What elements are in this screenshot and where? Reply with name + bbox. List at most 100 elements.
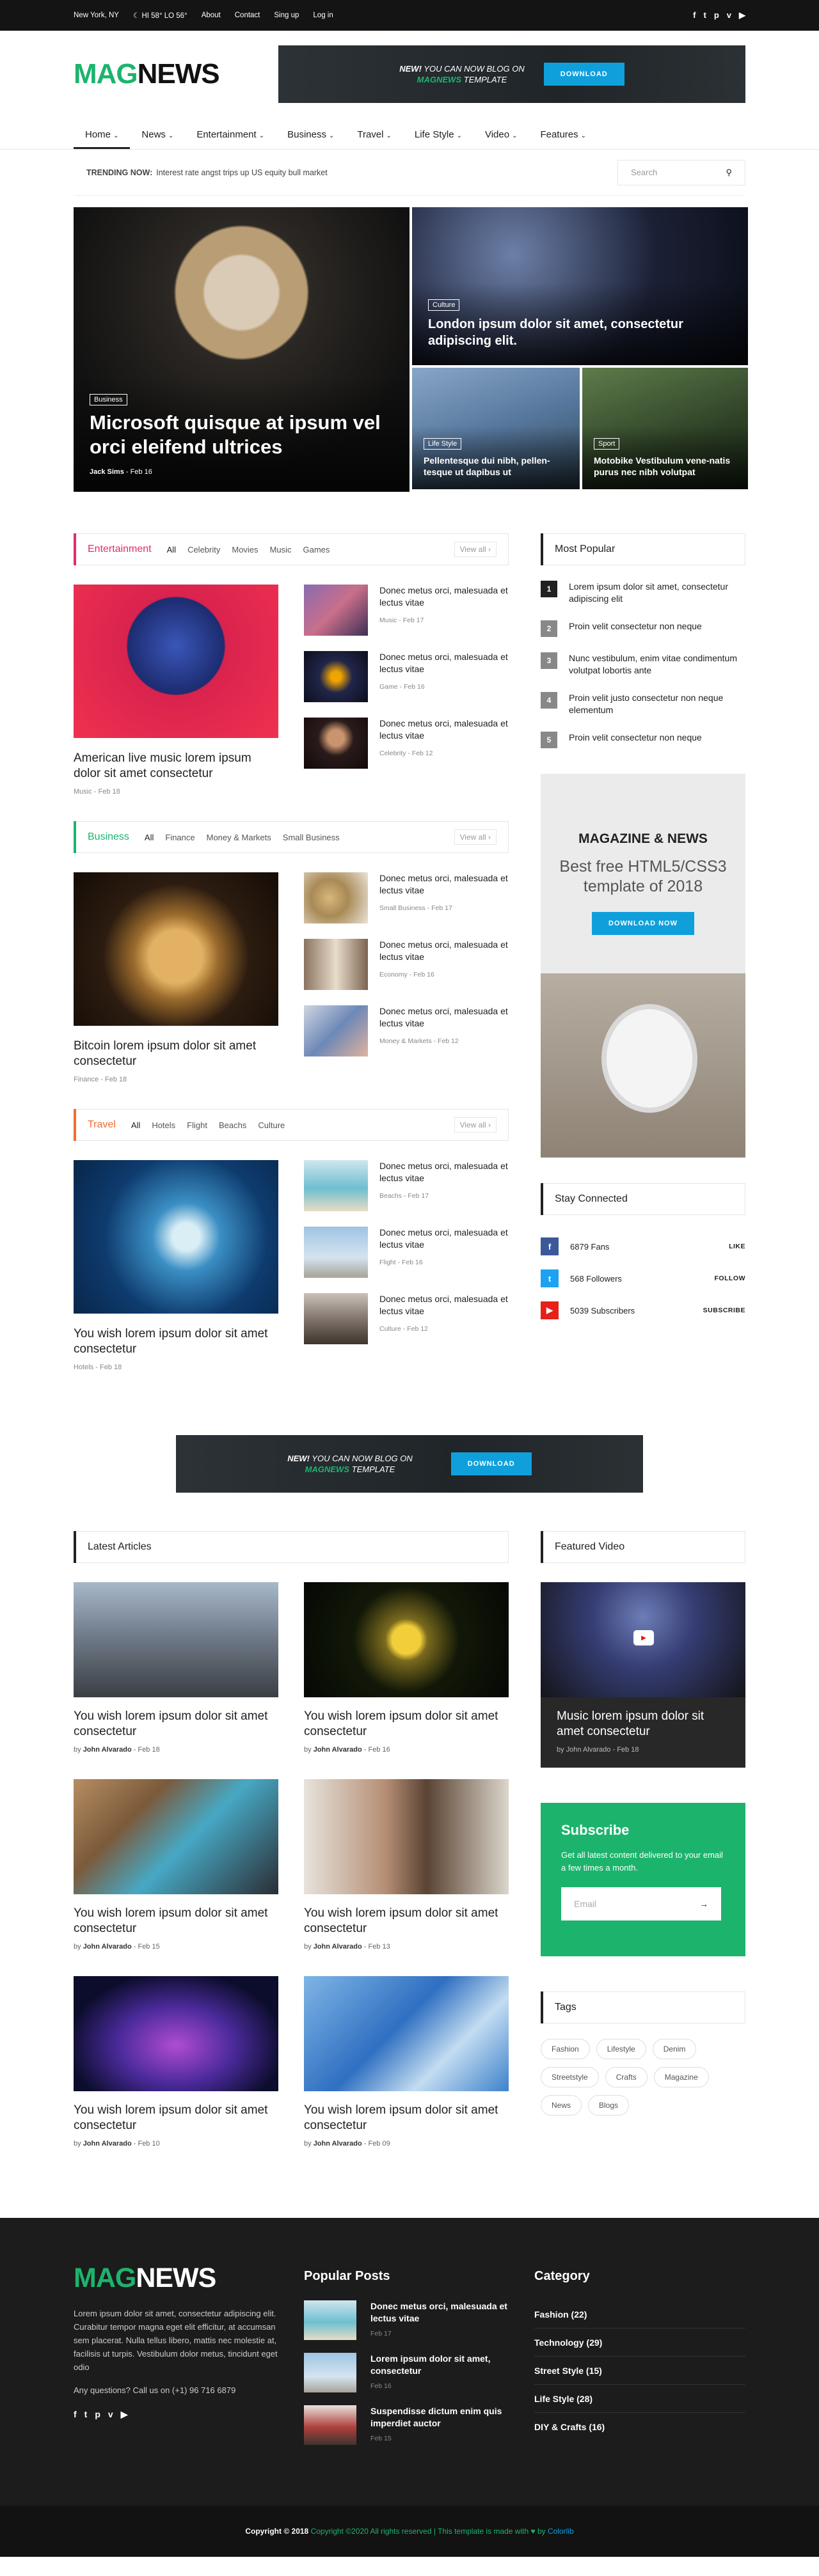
article-author[interactable]: John Alvarado bbox=[83, 1943, 132, 1951]
featured-title[interactable]: American live music lorem ipsum dolor si… bbox=[74, 751, 278, 781]
featured-image[interactable] bbox=[74, 585, 278, 738]
post-category[interactable]: Flight bbox=[379, 1259, 396, 1266]
subscribe-button[interactable]: SUBSCRIBE bbox=[703, 1307, 745, 1314]
list-item-title[interactable]: Donec metus orci, malesuada et lectus vi… bbox=[379, 1160, 509, 1184]
article-image[interactable] bbox=[74, 1779, 278, 1894]
post-category[interactable]: Economy bbox=[379, 971, 408, 978]
article-card[interactable]: You wish lorem ipsum dolor sit amet cons… bbox=[304, 1582, 509, 1754]
footer-post-thumb[interactable] bbox=[304, 2300, 356, 2340]
list-item-title[interactable]: Donec metus orci, malesuada et lectus vi… bbox=[379, 585, 509, 609]
list-item[interactable]: Donec metus orci, malesuada et lectus vi… bbox=[304, 872, 509, 923]
youtube-row[interactable]: ▶ 5039 Subscribers SUBSCRIBE bbox=[541, 1294, 745, 1326]
thumb-image[interactable] bbox=[304, 939, 368, 990]
pinterest-icon[interactable]: p bbox=[95, 2409, 100, 2420]
tab-movies[interactable]: Movies bbox=[232, 545, 258, 554]
category-link[interactable]: Technology (29) bbox=[534, 2329, 745, 2357]
article-title[interactable]: You wish lorem ipsum dolor sit amet cons… bbox=[304, 1709, 509, 1740]
popular-item[interactable]: 5 Proin velit consectetur non neque bbox=[541, 732, 745, 748]
footer-post[interactable]: Donec metus orci, malesuada et lectus vi… bbox=[304, 2300, 534, 2340]
hero-main-title[interactable]: Microsoft quisque at ipsum vel orci elei… bbox=[90, 411, 394, 459]
footer-post[interactable]: Lorem ipsum dolor sit amet, consectetur F… bbox=[304, 2353, 534, 2392]
video-author[interactable]: John Alvarado bbox=[566, 1746, 611, 1754]
featured-video-card[interactable]: ▶ Music lorem ipsum dolor sit amet conse… bbox=[541, 1582, 745, 1768]
article-author[interactable]: John Alvarado bbox=[314, 2140, 362, 2148]
article-image[interactable] bbox=[304, 1582, 509, 1697]
popular-item-title[interactable]: Proin velit justo consectetur non neque … bbox=[569, 692, 745, 716]
footer-post-title[interactable]: Donec metus orci, malesuada et lectus vi… bbox=[370, 2300, 534, 2325]
nav-entertainment[interactable]: Entertainment ⌄ bbox=[185, 129, 276, 149]
thumb-image[interactable] bbox=[304, 872, 368, 923]
tag-streetstyle[interactable]: Streetstyle bbox=[541, 2067, 599, 2087]
search-icon[interactable]: ⚲ bbox=[726, 168, 732, 178]
list-item-title[interactable]: Donec metus orci, malesuada et lectus vi… bbox=[379, 872, 509, 897]
section-title[interactable]: Travel bbox=[74, 1109, 122, 1141]
featured-title[interactable]: Bitcoin lorem ipsum dolor sit amet conse… bbox=[74, 1039, 278, 1069]
list-item-title[interactable]: Donec metus orci, malesuada et lectus vi… bbox=[379, 718, 509, 742]
footer-post-thumb[interactable] bbox=[304, 2405, 356, 2445]
article-author[interactable]: John Alvarado bbox=[83, 2140, 132, 2148]
post-category[interactable]: Culture bbox=[379, 1325, 401, 1333]
logo[interactable]: MAGNEWS bbox=[74, 58, 220, 90]
footer-post-title[interactable]: Lorem ipsum dolor sit amet, consectetur bbox=[370, 2353, 534, 2377]
twitter-icon[interactable]: t bbox=[703, 10, 706, 20]
header-banner-ad[interactable]: NEW! YOU CAN NOW BLOG ON MAGNEWS TEMPLAT… bbox=[278, 45, 745, 103]
tab-hotels[interactable]: Hotels bbox=[152, 1120, 175, 1130]
category-link[interactable]: DIY & Crafts (16) bbox=[534, 2413, 745, 2441]
popular-item[interactable]: 2 Proin velit consectetur non neque bbox=[541, 620, 745, 637]
article-card[interactable]: You wish lorem ipsum dolor sit amet cons… bbox=[304, 1779, 509, 1951]
tag-blogs[interactable]: Blogs bbox=[588, 2095, 630, 2116]
list-item[interactable]: Donec metus orci, malesuada et lectus vi… bbox=[304, 585, 509, 636]
email-field[interactable]: Email → bbox=[561, 1887, 721, 1920]
nav-news[interactable]: News ⌄ bbox=[130, 129, 185, 149]
follow-button[interactable]: FOLLOW bbox=[715, 1275, 746, 1282]
article-card[interactable]: You wish lorem ipsum dolor sit amet cons… bbox=[74, 1976, 278, 2148]
article-image[interactable] bbox=[304, 1779, 509, 1894]
post-category[interactable]: Beachs bbox=[379, 1192, 402, 1200]
trending-headline[interactable]: Interest rate angst trips up US equity b… bbox=[156, 168, 328, 177]
pinterest-icon[interactable]: p bbox=[714, 10, 719, 20]
post-category[interactable]: Finance bbox=[74, 1076, 99, 1083]
section-title[interactable]: Business bbox=[74, 821, 136, 853]
popular-item-title[interactable]: Proin velit consectetur non neque bbox=[569, 620, 702, 637]
popular-item[interactable]: 1 Lorem ipsum dolor sit amet, consectetur… bbox=[541, 581, 745, 605]
thumb-image[interactable] bbox=[304, 1293, 368, 1344]
about-link[interactable]: About bbox=[202, 12, 221, 19]
login-link[interactable]: Log in bbox=[313, 12, 333, 19]
post-category[interactable]: Money & Markets bbox=[379, 1037, 432, 1045]
video-caption[interactable]: Music lorem ipsum dolor sit amet consect… bbox=[557, 1709, 729, 1740]
tag-lifestyle[interactable]: Lifestyle bbox=[596, 2039, 646, 2059]
tab-finance[interactable]: Finance bbox=[165, 833, 195, 842]
banner-download-button[interactable]: DOWNLOAD bbox=[543, 62, 624, 86]
popular-item[interactable]: 3 Nunc vestibulum, enim vitae condimentum… bbox=[541, 652, 745, 677]
list-item-title[interactable]: Donec metus orci, malesuada et lectus vi… bbox=[379, 939, 509, 963]
thumb-image[interactable] bbox=[304, 585, 368, 636]
colorlib-link[interactable]: Colorlib bbox=[548, 2527, 574, 2536]
tag-denim[interactable]: Denim bbox=[652, 2039, 697, 2059]
facebook-row[interactable]: f 6879 Fans LIKE bbox=[541, 1230, 745, 1262]
post-category[interactable]: Celebrity bbox=[379, 750, 406, 757]
popular-item-title[interactable]: Proin velit consectetur non neque bbox=[569, 732, 702, 748]
article-image[interactable] bbox=[74, 1976, 278, 2091]
list-item-title[interactable]: Donec metus orci, malesuada et lectus vi… bbox=[379, 1227, 509, 1251]
footer-post-title[interactable]: Suspendisse dictum enim quis imperdiet a… bbox=[370, 2405, 534, 2430]
post-category[interactable]: Game bbox=[379, 683, 398, 691]
article-title[interactable]: You wish lorem ipsum dolor sit amet cons… bbox=[304, 2103, 509, 2133]
popular-item-title[interactable]: Lorem ipsum dolor sit amet, consectetur … bbox=[569, 581, 745, 605]
tab-all[interactable]: All bbox=[131, 1120, 140, 1130]
list-item[interactable]: Donec metus orci, malesuada et lectus vi… bbox=[304, 1227, 509, 1278]
ad-download-now-button[interactable]: DOWNLOAD NOW bbox=[592, 912, 694, 935]
facebook-icon[interactable]: f bbox=[74, 2409, 77, 2420]
tab-culture[interactable]: Culture bbox=[258, 1120, 285, 1130]
nav-video[interactable]: Video ⌄ bbox=[473, 129, 529, 149]
featured-image[interactable] bbox=[74, 1160, 278, 1314]
hero-sport-tag[interactable]: Sport bbox=[594, 438, 620, 450]
nav-travel[interactable]: Travel ⌄ bbox=[346, 129, 403, 149]
article-image[interactable] bbox=[304, 1976, 509, 2091]
twitter-icon[interactable]: t bbox=[84, 2409, 88, 2420]
article-card[interactable]: You wish lorem ipsum dolor sit amet cons… bbox=[74, 1779, 278, 1951]
hero-sport-title[interactable]: Motobike Vestibulum vene-natis purus nec… bbox=[594, 455, 736, 478]
hero-main-post[interactable]: Business Microsoft quisque at ipsum vel … bbox=[74, 207, 410, 492]
featured-title[interactable]: You wish lorem ipsum dolor sit amet cons… bbox=[74, 1326, 278, 1357]
twitter-row[interactable]: t 568 Followers FOLLOW bbox=[541, 1262, 745, 1294]
article-author[interactable]: John Alvarado bbox=[83, 1746, 132, 1754]
